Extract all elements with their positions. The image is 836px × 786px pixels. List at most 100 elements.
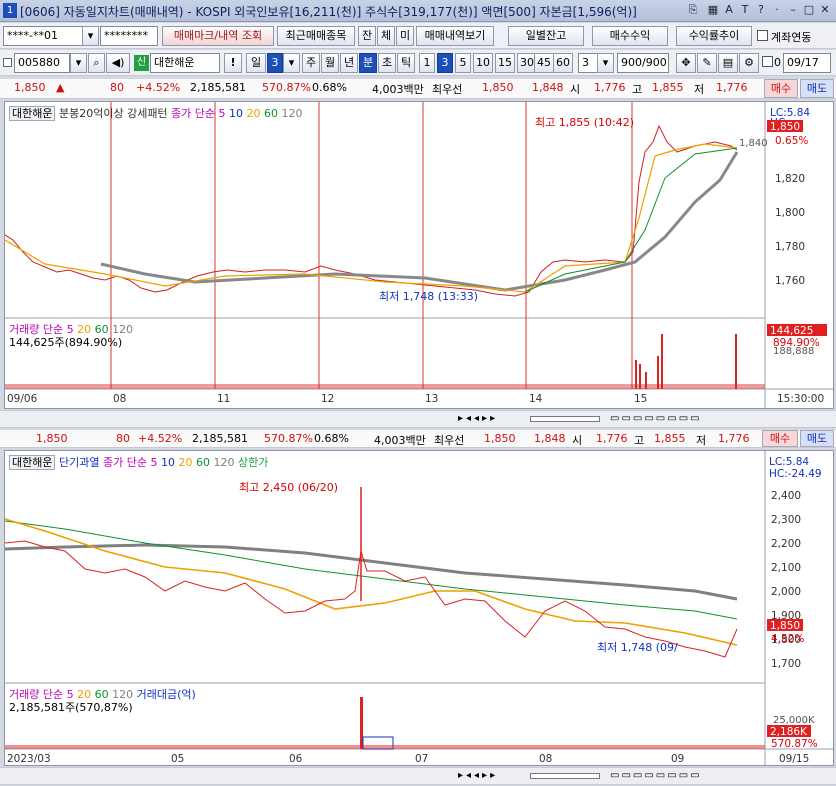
period-tick-button[interactable]: 틱 [397, 53, 415, 73]
minute-60-button[interactable]: 60 [553, 53, 573, 73]
dxlabel-5: 09 [671, 753, 684, 765]
buy-button[interactable]: 매수 [764, 79, 798, 98]
open-label-2: 시 [572, 434, 583, 447]
dtick-2100: 2,100 [771, 562, 801, 574]
maximize-icon[interactable]: □ [802, 3, 816, 17]
period-minute-button[interactable]: 분 [359, 53, 377, 73]
daily-balance-button[interactable]: 일별잔고 [508, 26, 584, 46]
day-count-dropdown[interactable]: ▾ [283, 53, 300, 73]
trade-amount-2: 4,003백만 [374, 434, 426, 447]
account-link-checkbox[interactable] [757, 30, 768, 41]
date-input[interactable]: 09/17 [783, 53, 831, 73]
password-input[interactable]: ******** [100, 26, 158, 46]
profit-trend-button[interactable]: 수익률추이 [676, 26, 752, 46]
grid-icon[interactable]: ▦ [706, 3, 720, 17]
account-dropdown[interactable]: ▾ [82, 26, 99, 46]
tools-icon[interactable]: ✥ [676, 53, 696, 73]
chart1-nav-icons[interactable]: ▸◂◂▸▸ [458, 413, 516, 424]
period-month-button[interactable]: 월 [321, 53, 339, 73]
trade-profit-button[interactable]: 매수수익 [592, 26, 668, 46]
speaker-icon[interactable]: ◀) [106, 53, 130, 73]
daily-chart-svg[interactable]: 최고 2,450 (06/20) 최저 1,748 (09/ 2,400 2,3… [5, 451, 833, 765]
chart1-ma120: 120 [281, 107, 303, 120]
minute-5-button[interactable]: 5 [455, 53, 471, 73]
minimize-icon[interactable]: – [786, 3, 800, 17]
minute-45-button[interactable]: 45 [534, 53, 554, 73]
chart2-volume-value: 2,185,581주(570,87%) [9, 701, 133, 714]
close-icon[interactable]: ✕ [818, 3, 832, 17]
filled-button[interactable]: 체 [377, 26, 395, 46]
minute-3-button[interactable]: 3 [437, 53, 453, 73]
chart2-stock-tag[interactable]: 대한해운 [9, 455, 56, 470]
date-checkbox-label: 0 [774, 56, 781, 69]
quote-bar-mid: 1,850 80 +4.52% 2,185,581 570.87% 0.68% … [0, 430, 836, 448]
day-count-input[interactable]: 3 [267, 53, 283, 73]
turnover: 0.68% [312, 81, 347, 94]
chart2-ma20: 20 [178, 456, 193, 469]
chart2-zoom-slider[interactable] [530, 773, 600, 779]
settings-icon[interactable]: ⚙ [739, 53, 759, 73]
tick-1820: 1,820 [775, 173, 805, 185]
ask-price-2: 1,850 [484, 432, 516, 445]
trade-history-button[interactable]: 매매내역보기 [416, 26, 494, 46]
xlabel-6: 15 [634, 393, 647, 405]
text-icon[interactable]: T [738, 3, 752, 17]
sell-button-2[interactable]: 매도 [800, 430, 834, 447]
chart1-scrollbar[interactable]: ▸◂◂▸▸ ▭▭▭▭▭▭▭▭ [0, 410, 836, 428]
draw-icon[interactable]: ✎ [697, 53, 717, 73]
low-annotation: 최저 1,748 (13:33) [379, 290, 478, 303]
stock-code-checkbox[interactable] [3, 58, 12, 67]
volume-2: 2,185,581 [192, 432, 248, 445]
turnover-2: 0.68% [314, 432, 349, 445]
period-week-button[interactable]: 주 [302, 53, 320, 73]
minute-1-button[interactable]: 1 [419, 53, 435, 73]
minute-10-button[interactable]: 10 [473, 53, 493, 73]
chart1-tool-icons[interactable]: ▭▭▭▭▭▭▭▭ [610, 413, 702, 424]
daily-vol-flag2: 570.87% [771, 738, 818, 750]
buy-button-2[interactable]: 매수 [762, 430, 798, 447]
period-year-button[interactable]: 년 [340, 53, 358, 73]
intraday-chart-panel: 최고 1,855 (10:42) 최저 1,748 (13:33) 1,840 … [4, 101, 834, 409]
change-pct-2: +4.52% [138, 432, 183, 445]
daily-hc: HC:-24.49 [769, 468, 822, 480]
price-change-2: 80 [116, 432, 130, 445]
date-checkbox[interactable] [762, 56, 773, 67]
daily-vol-tick: 25,000K [773, 715, 815, 726]
chart2-nav-icons[interactable]: ▸◂◂▸▸ [458, 770, 516, 781]
trade-mark-button[interactable]: 매매마크/내역 조회 [162, 26, 274, 46]
interval-input[interactable]: 3 [578, 53, 598, 73]
account-input[interactable]: ****-**01 [3, 26, 83, 46]
price-line-intraday [5, 124, 738, 297]
chart1-stock-tag[interactable]: 대한해운 [9, 106, 56, 121]
chart2-scrollbar[interactable]: ▸◂◂▸▸ ▭▭▭▭▭▭▭▭ [0, 767, 836, 785]
minute-15-button[interactable]: 15 [495, 53, 515, 73]
recent-trade-button[interactable]: 최근매매종목 [277, 26, 355, 46]
data-count-input[interactable]: 900/900 [617, 53, 669, 73]
indicator-icon[interactable]: ▤ [718, 53, 738, 73]
chart1-zoom-slider[interactable] [530, 416, 600, 422]
code-dropdown[interactable]: ▾ [70, 53, 87, 73]
search-icon[interactable]: ⌕ [88, 53, 105, 73]
balance-button[interactable]: 잔 [358, 26, 376, 46]
chart2-tool-icons[interactable]: ▭▭▭▭▭▭▭▭ [610, 770, 702, 781]
pin-icon[interactable]: · [770, 3, 784, 17]
period-day-button[interactable]: 일 [246, 53, 266, 73]
daily-lc: LC:5.84 [769, 456, 809, 468]
alert-button[interactable]: ! [224, 53, 242, 73]
dtick-2200: 2,200 [771, 538, 801, 550]
stock-code-input[interactable]: 005880 [14, 53, 70, 73]
help-icon[interactable]: ? [754, 3, 768, 17]
font-icon[interactable]: A [722, 3, 736, 17]
ma-orange-intraday [5, 143, 738, 293]
intraday-chart-svg[interactable]: 최고 1,855 (10:42) 최저 1,748 (13:33) 1,840 … [5, 102, 833, 408]
chart2-ma10: 10 [160, 456, 175, 469]
current-price-2: 1,850 [36, 432, 68, 445]
period-second-button[interactable]: 초 [378, 53, 396, 73]
interval-dropdown[interactable]: ▾ [597, 53, 614, 73]
price-flag: 1,850 [770, 121, 800, 133]
up-arrow-icon: ▲ [56, 81, 65, 94]
current-price: 1,850 [14, 81, 46, 94]
unfilled-button[interactable]: 미 [396, 26, 414, 46]
link-icon[interactable]: ⎘ [686, 3, 700, 17]
sell-button[interactable]: 매도 [800, 79, 834, 98]
